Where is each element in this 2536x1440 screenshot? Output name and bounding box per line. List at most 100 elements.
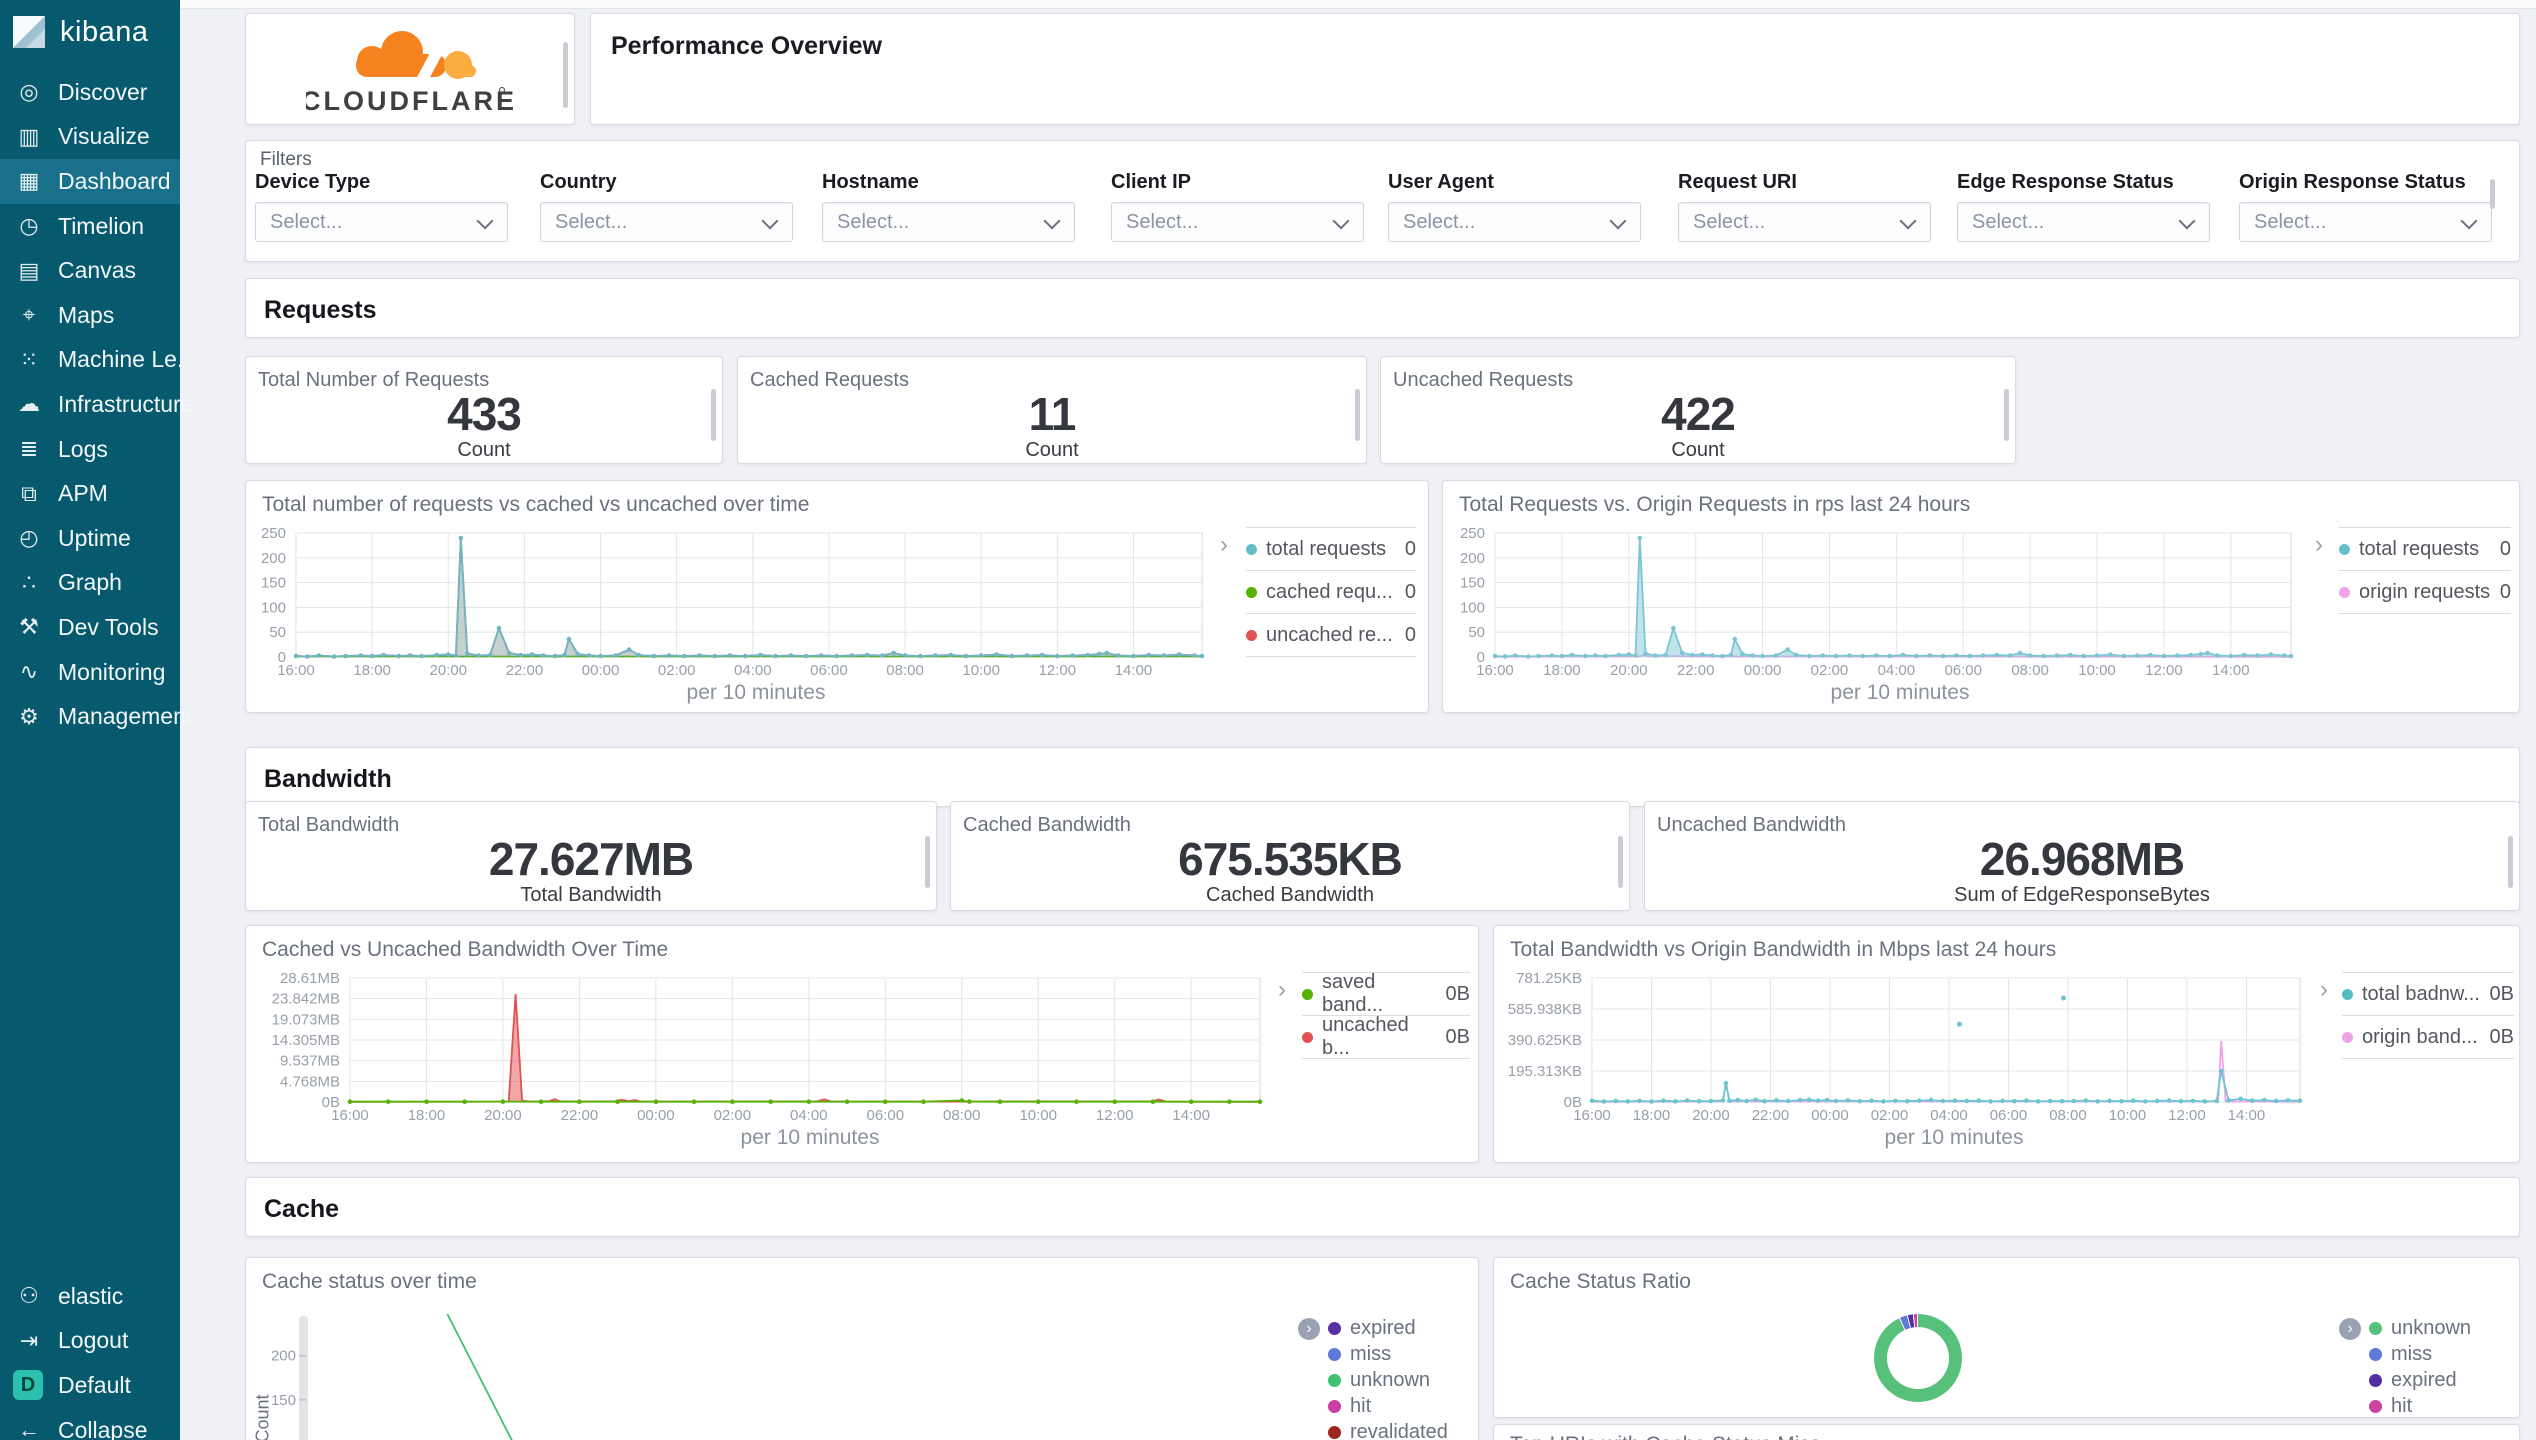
cached-vs-uncached-bandwidth-chart[interactable]: 0B4.768MB9.537MB14.305MB19.073MB23.842MB… xyxy=(254,972,1274,1124)
legend-collapse-icon[interactable]: › xyxy=(2320,978,2328,1002)
svg-text:00:00: 00:00 xyxy=(1811,1107,1849,1124)
total-vs-origin-bandwidth-chart[interactable]: 0B195.313KB390.625KB585.938KB781.25KB16:… xyxy=(1502,972,2314,1124)
hostname-select[interactable]: Select... xyxy=(822,202,1075,242)
svg-text:02:00: 02:00 xyxy=(1811,662,1849,679)
sidebar-item-elastic-user[interactable]: ⚇ elastic xyxy=(0,1274,180,1319)
sidebar-item-dev-tools[interactable]: ⚒ Dev Tools xyxy=(0,605,180,650)
svg-text:18:00: 18:00 xyxy=(1633,1107,1671,1124)
chart-legend: saved band... 0B uncached b... 0B xyxy=(1302,971,1470,1059)
sidebar-item-graph[interactable]: ∴ Graph xyxy=(0,561,180,606)
sidebar-item-timelion[interactable]: ◷ Timelion xyxy=(0,204,180,249)
legend-collapse-icon[interactable]: › xyxy=(1298,1318,1320,1340)
panel-scrollbar[interactable] xyxy=(925,836,930,888)
sidebar-item-uptime[interactable]: ◴ Uptime xyxy=(0,516,180,561)
client-ip-select[interactable]: Select... xyxy=(1111,202,1364,242)
legend-item[interactable]: saved band... 0B xyxy=(1302,971,1470,1016)
filter-label: Device Type xyxy=(255,171,371,193)
sidebar-item-management[interactable]: ⚙ Management xyxy=(0,694,192,739)
chart-legend: total badnw... 0B origin band... 0B xyxy=(2342,972,2514,1059)
legend-label: uncached re... xyxy=(1266,623,1393,646)
legend-item[interactable]: expired xyxy=(2369,1367,2509,1393)
legend-item[interactable]: total badnw... 0B xyxy=(2342,972,2514,1015)
sidebar-item-logout[interactable]: ⇥ Logout xyxy=(0,1319,180,1364)
sidebar-item-dashboard[interactable]: ▦ Dashboard xyxy=(0,159,180,204)
panel-scrollbar[interactable] xyxy=(2490,179,2495,209)
filter-label: Request URI xyxy=(1678,171,1797,193)
select-placeholder: Select... xyxy=(837,210,910,233)
panel-filters: Filters Device Type Select... Country Se… xyxy=(245,140,2520,262)
sidebar-item-canvas[interactable]: ▤ Canvas xyxy=(0,248,180,293)
svg-text:12:00: 12:00 xyxy=(1039,662,1077,679)
kibana-logo[interactable]: kibana xyxy=(0,0,180,59)
svg-text:04:00: 04:00 xyxy=(790,1107,828,1124)
panel-scrollbar[interactable] xyxy=(2508,836,2513,888)
svg-text:02:00: 02:00 xyxy=(1871,1107,1909,1124)
svg-text:02:00: 02:00 xyxy=(658,662,696,679)
legend-collapse-icon[interactable]: › xyxy=(2315,533,2323,557)
request-uri-select[interactable]: Select... xyxy=(1678,202,1931,242)
legend-item[interactable]: miss xyxy=(2369,1341,2509,1367)
svg-text:9.537MB: 9.537MB xyxy=(280,1053,340,1070)
chart-title: Cache Status Ratio xyxy=(1510,1270,1691,1293)
panel-scrollbar[interactable] xyxy=(1618,836,1623,888)
edge-response-status-select[interactable]: Select... xyxy=(1957,202,2210,242)
sidebar-item-logs[interactable]: ≣ Logs xyxy=(0,427,180,472)
sidebar-item-discover[interactable]: ◎ Discover xyxy=(0,70,180,115)
legend-item[interactable]: total requests 0 xyxy=(2339,527,2511,570)
select-placeholder: Select... xyxy=(270,210,343,233)
legend-dot xyxy=(1246,586,1257,598)
panel-scrollbar[interactable] xyxy=(563,42,568,108)
cache-status-over-time-chart[interactable]: 200 150 xyxy=(266,1314,1406,1440)
panel-scrollbar[interactable] xyxy=(2004,389,2009,441)
legend-item[interactable]: expired xyxy=(1328,1315,1473,1341)
sidebar-item-default-space[interactable]: D Default xyxy=(0,1363,180,1408)
country-select[interactable]: Select... xyxy=(540,202,793,242)
legend-item[interactable]: cached requ... 0 xyxy=(1246,570,1416,613)
legend-item[interactable]: origin requests 0 xyxy=(2339,570,2511,614)
legend-item[interactable]: uncached b... 0B xyxy=(1302,1014,1470,1059)
origin-response-status-select[interactable]: Select... xyxy=(2239,202,2492,242)
legend-label: hit xyxy=(1350,1394,1372,1417)
legend-item[interactable]: miss xyxy=(1328,1341,1473,1367)
legend-label: saved band... xyxy=(1322,971,1384,1016)
legend-item[interactable]: hit xyxy=(2369,1393,2509,1417)
sidebar-item-label: Dashboard xyxy=(58,167,171,194)
legend-item[interactable]: total requests 0 xyxy=(1246,527,1416,570)
metric-value: 422 xyxy=(1661,388,1736,440)
legend-collapse-icon[interactable]: › xyxy=(1278,978,1286,1002)
legend-item[interactable]: hit xyxy=(1328,1393,1473,1419)
legend-dot xyxy=(1328,1373,1341,1387)
sidebar-item-label: APM xyxy=(58,480,108,507)
sidebar-item-apm[interactable]: ⧉ APM xyxy=(0,471,180,516)
legend-item[interactable]: origin band... 0B xyxy=(2342,1015,2514,1059)
panel-total-vs-origin-bandwidth-chart: Total Bandwidth vs Origin Bandwidth in M… xyxy=(1493,925,2520,1163)
user-agent-select[interactable]: Select... xyxy=(1388,202,1641,242)
sidebar-item-collapse[interactable]: ← Collapse xyxy=(0,1408,180,1440)
chevron-down-icon xyxy=(476,212,494,230)
legend-collapse-icon[interactable]: › xyxy=(2339,1318,2361,1340)
svg-text:08:00: 08:00 xyxy=(2011,662,2049,679)
sidebar-item-visualize[interactable]: ▥ Visualize xyxy=(0,115,180,160)
sidebar-item-maps[interactable]: ⌖ Maps xyxy=(0,293,180,338)
cache-status-ratio-donut[interactable] xyxy=(1874,1314,1962,1402)
svg-text:28.61MB: 28.61MB xyxy=(280,972,340,987)
sidebar-item-machine-learning[interactable]: ⁙ Machine Le... xyxy=(0,338,196,383)
panel-scrollbar[interactable] xyxy=(711,389,716,441)
section-title-cache: Cache xyxy=(264,1195,340,1223)
sidebar-item-monitoring[interactable]: ∿ Monitoring xyxy=(0,650,180,695)
panel-scrollbar[interactable] xyxy=(1355,389,1360,441)
legend-collapse-icon[interactable]: › xyxy=(1220,533,1228,557)
svg-text:10:00: 10:00 xyxy=(1019,1107,1057,1124)
legend-item[interactable]: unknown xyxy=(1328,1367,1473,1393)
legend-item[interactable]: uncached re... 0 xyxy=(1246,613,1416,657)
sidebar-item-infrastructure[interactable]: ☁ Infrastructure xyxy=(0,382,194,427)
svg-text:195.313KB: 195.313KB xyxy=(1508,1063,1582,1080)
total-vs-origin-requests-chart[interactable]: 05010015020025016:00 18:00 20:00 22:00 00:00… xyxy=(1455,527,2305,679)
legend-item[interactable]: revalidated xyxy=(1328,1419,1473,1440)
legend-label: miss xyxy=(1350,1342,1392,1365)
device-type-select[interactable]: Select... xyxy=(255,202,508,242)
legend-item[interactable]: unknown xyxy=(2369,1315,2509,1341)
requests-over-time-chart[interactable]: 05010015020025016:00 18:00 20:00 22:00 00:00… xyxy=(256,527,1216,679)
chevron-down-icon xyxy=(1332,212,1350,230)
legend-label: miss xyxy=(2391,1342,2433,1365)
